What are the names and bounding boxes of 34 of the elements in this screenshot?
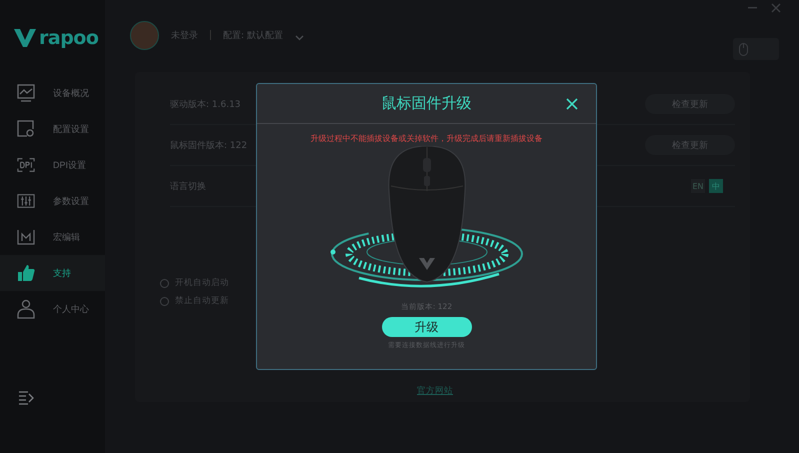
sidebar-item[interactable]: DPI设置 (0, 147, 105, 183)
mouse-icon (739, 42, 748, 56)
close-icon[interactable] (771, 3, 781, 13)
sidebar-item[interactable]: 参数设置 (0, 183, 105, 219)
v-logo-icon (14, 29, 36, 47)
collapse-menu-icon[interactable] (18, 391, 34, 405)
macro-icon (17, 229, 35, 245)
radio-icon[interactable] (160, 278, 169, 288)
website-link[interactable]: 官方网站 (417, 385, 453, 397)
logo-text: rapoo (39, 27, 98, 49)
language-option[interactable]: 中 (709, 179, 723, 193)
sliders-icon (17, 193, 35, 209)
dialog-title: 鼠标固件升级 (382, 94, 472, 113)
gear-frame-icon (17, 120, 35, 138)
dpi-icon (17, 157, 35, 173)
warning-text: 升级过程中不能插拔设备或关掉软件，升级完成后请重新插拔设备 (310, 133, 542, 144)
profile-selector[interactable]: 配置: 默认配置 (223, 28, 283, 42)
minimize-icon[interactable] (748, 7, 757, 9)
chevron-down-icon[interactable] (294, 34, 304, 40)
sidebar-item[interactable]: 设备概况 (0, 75, 105, 111)
language-option[interactable]: EN (691, 179, 705, 193)
login-status: 未登录 (171, 30, 198, 42)
avatar[interactable] (130, 20, 159, 50)
user-icon (17, 299, 35, 319)
device-button[interactable] (733, 38, 779, 60)
radio-icon[interactable] (160, 296, 169, 306)
sidebar-item[interactable]: 宏编辑 (0, 219, 105, 255)
thumbs-up-icon (17, 264, 35, 282)
upgrade-button[interactable]: 升级 (382, 317, 472, 337)
sidebar-item[interactable]: 个人中心 (0, 291, 105, 327)
sidebar-item[interactable]: 配置设置 (0, 111, 105, 147)
close-button[interactable] (566, 98, 578, 110)
sidebar-item[interactable]: 支持 (0, 255, 105, 291)
line-chart-icon (17, 84, 35, 102)
